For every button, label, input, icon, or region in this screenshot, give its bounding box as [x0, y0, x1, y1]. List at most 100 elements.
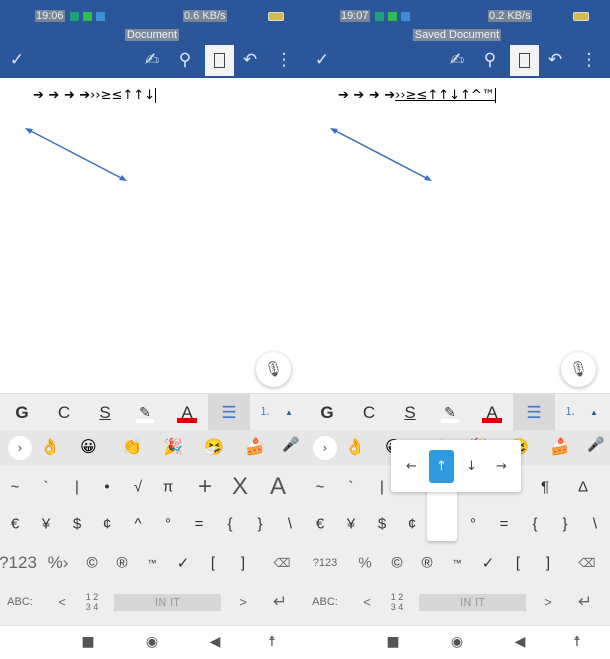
key[interactable]: ]: [228, 555, 258, 572]
key[interactable]: \: [580, 516, 610, 533]
space-bar[interactable]: IN IT: [114, 594, 221, 611]
emoji-suggestion[interactable]: 👌: [40, 437, 60, 456]
font-color-button[interactable]: A: [175, 394, 199, 431]
key[interactable]: €: [0, 516, 30, 533]
key[interactable]: ¥: [336, 516, 366, 533]
key[interactable]: ✓: [473, 554, 503, 572]
symbols-mode-key[interactable]: ?123: [0, 553, 38, 573]
key[interactable]: ¥: [31, 516, 61, 533]
arrow-option[interactable]: →: [489, 450, 514, 483]
home-icon[interactable]: ◉: [451, 634, 463, 650]
key[interactable]: ~: [305, 479, 335, 496]
key[interactable]: +: [190, 473, 220, 501]
key[interactable]: ¢: [397, 516, 427, 533]
key[interactable]: $: [62, 516, 92, 533]
expand-toolbar-icon[interactable]: ▲: [587, 394, 601, 431]
key[interactable]: [: [503, 555, 533, 572]
key[interactable]: ¶: [530, 479, 560, 496]
key[interactable]: [: [198, 555, 228, 572]
key[interactable]: }: [245, 516, 275, 533]
percent-key[interactable]: %›: [43, 553, 73, 573]
arrow-option[interactable]: ←: [399, 450, 424, 483]
microphone-icon[interactable]: 🎤: [282, 437, 299, 453]
arrow-option[interactable]: ↑: [429, 450, 454, 483]
underline-button[interactable]: S: [93, 394, 117, 431]
key[interactable]: |: [62, 479, 92, 496]
emoji-suggestion[interactable]: 👌: [345, 437, 365, 456]
greater-key[interactable]: >: [533, 595, 563, 610]
bold-button[interactable]: G: [10, 394, 34, 431]
backspace-key[interactable]: ⌫: [267, 556, 297, 570]
key[interactable]: ©: [382, 555, 412, 572]
italic-button[interactable]: C: [357, 394, 381, 431]
enter-key[interactable]: ↵: [570, 592, 600, 612]
numbered-list-button[interactable]: ⒈: [561, 394, 579, 431]
abc-key[interactable]: ABC:: [5, 596, 35, 608]
expand-suggestions-button[interactable]: ›: [313, 436, 337, 460]
underline-button[interactable]: S: [398, 394, 422, 431]
arrow-shape[interactable]: [0, 0, 305, 200]
key[interactable]: ^: [123, 516, 153, 533]
expand-toolbar-icon[interactable]: ▲: [282, 394, 296, 431]
accessibility-icon[interactable]: ☨: [573, 634, 581, 650]
accessibility-icon[interactable]: ☨: [268, 634, 276, 650]
numpad-key[interactable]: 1 2 3 4: [382, 592, 412, 612]
key[interactable]: °: [458, 516, 488, 533]
numbered-list-button[interactable]: ⒈: [256, 394, 274, 431]
key[interactable]: Δ: [568, 479, 598, 496]
bullet-list-button[interactable]: ☰: [208, 394, 250, 431]
dictate-button[interactable]: 🎙: [256, 352, 291, 387]
key[interactable]: {: [520, 516, 550, 533]
key[interactable]: π: [153, 479, 183, 496]
dictate-button[interactable]: 🎙: [561, 352, 596, 387]
recent-apps-icon[interactable]: ■: [81, 634, 94, 650]
key[interactable]: ~: [0, 479, 30, 496]
key[interactable]: ✓: [168, 554, 198, 572]
key[interactable]: ™: [442, 558, 472, 568]
key[interactable]: ]: [533, 555, 563, 572]
key[interactable]: ®: [107, 555, 137, 572]
emoji-suggestion[interactable]: 🤧: [204, 437, 224, 456]
emoji-suggestion[interactable]: 🎉: [163, 437, 183, 456]
percent-key[interactable]: %: [350, 555, 380, 572]
key[interactable]: X: [225, 473, 255, 501]
space-bar[interactable]: IN IT: [419, 594, 526, 611]
emoji-suggestion[interactable]: 🍰: [245, 437, 265, 456]
key[interactable]: ©: [77, 555, 107, 572]
key[interactable]: \: [275, 516, 305, 533]
key[interactable]: ™: [137, 558, 167, 568]
key[interactable]: €: [305, 516, 335, 533]
arrow-shape[interactable]: [305, 0, 610, 200]
arrow-option[interactable]: ↓: [459, 450, 484, 483]
key[interactable]: •: [92, 479, 122, 496]
bullet-list-button[interactable]: ☰: [513, 394, 555, 431]
key[interactable]: √: [123, 479, 153, 496]
less-than-key[interactable]: <: [352, 595, 382, 610]
greater-key[interactable]: >: [228, 595, 258, 610]
back-icon[interactable]: ◀: [515, 634, 526, 650]
key[interactable]: ®: [412, 555, 442, 572]
emoji-suggestion[interactable]: 👏: [122, 437, 142, 456]
key[interactable]: $: [367, 516, 397, 533]
back-icon[interactable]: ◀: [210, 634, 221, 650]
enter-key[interactable]: ↵: [265, 592, 295, 612]
less-than-key[interactable]: <: [47, 595, 77, 610]
key[interactable]: °: [153, 516, 183, 533]
key[interactable]: A: [263, 473, 293, 501]
font-color-button[interactable]: A: [480, 394, 504, 431]
numpad-key[interactable]: 1 2 3 4: [77, 592, 107, 612]
key[interactable]: `: [31, 479, 61, 496]
recent-apps-icon[interactable]: ■: [386, 634, 399, 650]
key[interactable]: `: [336, 479, 366, 496]
key[interactable]: =: [489, 516, 519, 533]
home-icon[interactable]: ◉: [146, 634, 158, 650]
key[interactable]: {: [215, 516, 245, 533]
emoji-suggestion[interactable]: 🍰: [550, 437, 570, 456]
italic-button[interactable]: C: [52, 394, 76, 431]
highlighter-icon[interactable]: ✎: [438, 394, 462, 431]
emoji-suggestion[interactable]: 😀: [80, 437, 97, 456]
key[interactable]: =: [184, 516, 214, 533]
expand-suggestions-button[interactable]: ›: [8, 436, 32, 460]
highlighter-icon[interactable]: ✎: [133, 394, 157, 431]
abc-key[interactable]: ABC:: [310, 596, 340, 608]
